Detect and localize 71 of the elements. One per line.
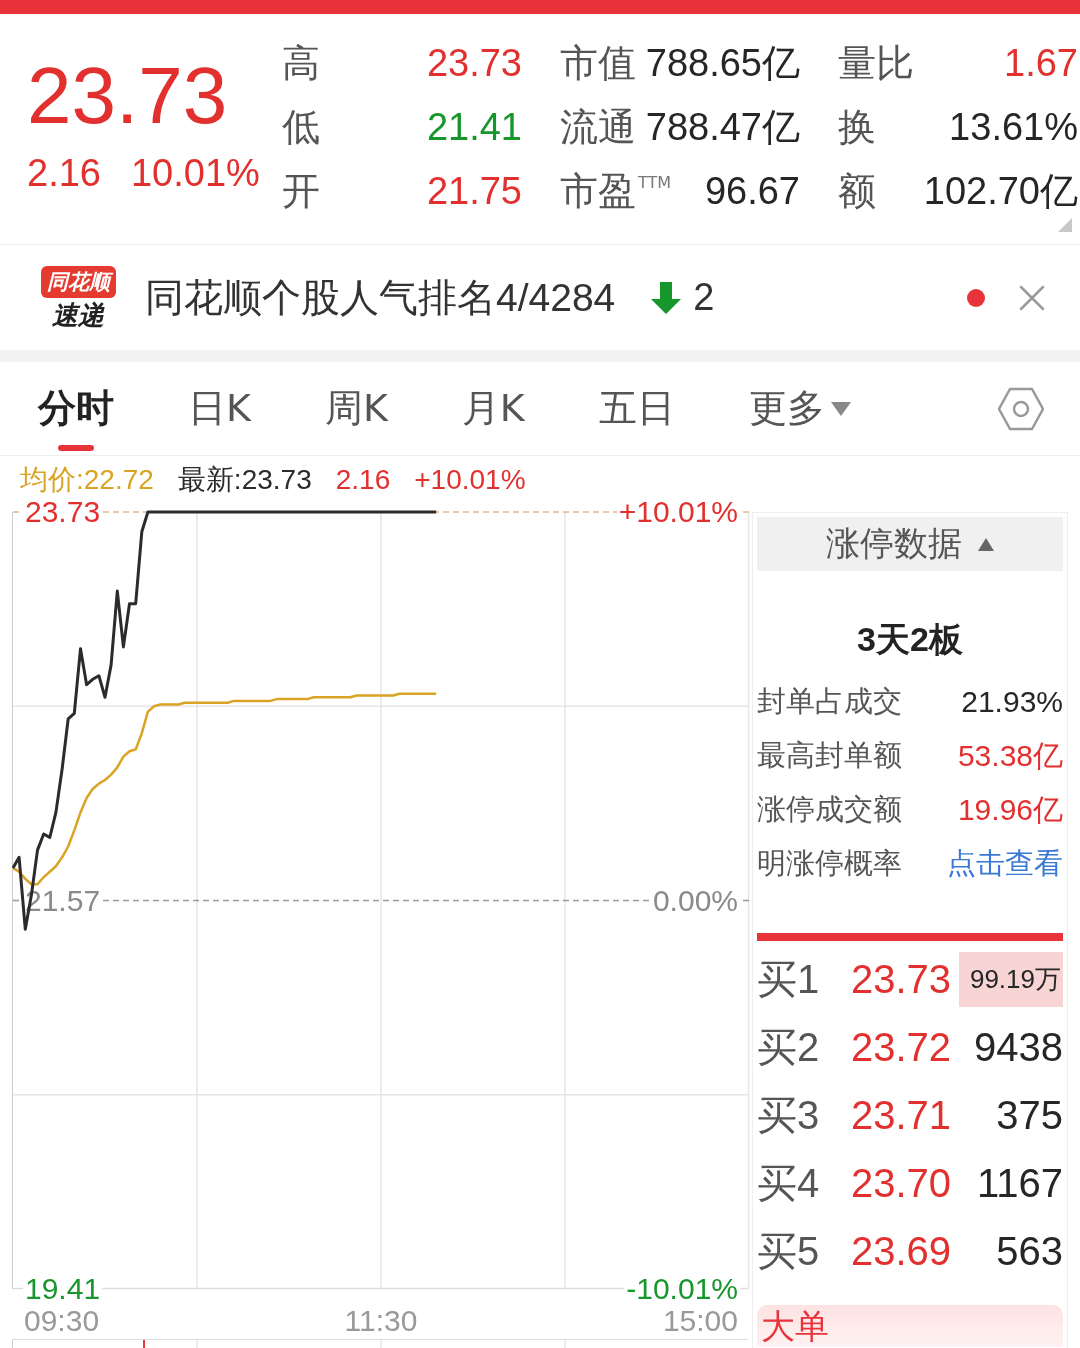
bid-price: 23.70 xyxy=(851,1160,953,1206)
stat-label: 换 xyxy=(838,105,876,149)
legend-label: 最新:23.73 xyxy=(177,466,312,494)
bid-level-label: 买1 xyxy=(757,955,821,1003)
logo-badge: 同花顺 xyxy=(40,265,116,298)
bid-volume: 9438 xyxy=(974,1024,1063,1070)
time-label: 15:00 xyxy=(662,1306,738,1336)
stat-value: 21.41 xyxy=(426,105,522,149)
rank-change: 2 xyxy=(693,276,715,319)
bid-volume: 99.19万 xyxy=(959,951,1063,1007)
chart-tab[interactable]: 更多 xyxy=(748,362,851,455)
stat-label: 低 xyxy=(282,105,320,149)
stat-value: 21.75 xyxy=(426,169,522,213)
logo-text: 速递 xyxy=(52,299,104,330)
limit-up-label: 明涨停概率 xyxy=(757,845,902,882)
big-order-header[interactable]: 大单 xyxy=(757,1305,1063,1347)
chart-tab[interactable]: 日K xyxy=(188,362,251,455)
limit-up-summary: 3天2板 xyxy=(856,619,964,659)
bid-level-label: 买2 xyxy=(757,1023,821,1071)
stat-label: 高 xyxy=(282,41,320,85)
stat-value: 788.47亿 xyxy=(645,105,800,149)
bid-price: 23.69 xyxy=(851,1228,953,1274)
stat-label: 流通 xyxy=(560,105,636,149)
price-change: 2.16 xyxy=(27,153,101,193)
limit-up-value: 53.38亿 xyxy=(957,737,1063,774)
limit-up-value: 21.93% xyxy=(961,685,1063,719)
bid-level-label: 买3 xyxy=(757,1091,821,1139)
stat-value: 13.61% xyxy=(949,105,1078,149)
limit-up-label: 涨停成交额 xyxy=(757,791,902,828)
stat-label: 市值 xyxy=(560,41,636,85)
bid-price: 23.73 xyxy=(851,956,953,1002)
last-price: 23.73 xyxy=(27,56,228,136)
stat-value: 23.73 xyxy=(426,41,522,85)
bid-level-label: 买5 xyxy=(757,1227,821,1275)
chart-tab[interactable]: 周K xyxy=(324,362,388,455)
stat-label: 市盈$^{TTM}$ xyxy=(560,169,672,213)
stat-value: 102.70亿 xyxy=(923,169,1078,213)
corner-triangle-icon xyxy=(1058,218,1072,232)
legend-label: +10.01% xyxy=(414,466,526,494)
settings-icon xyxy=(998,386,1044,431)
bid-volume: 375 xyxy=(996,1092,1063,1138)
close-icon xyxy=(1019,284,1045,311)
stat-value: 1.67 xyxy=(1004,41,1078,85)
caret-icon xyxy=(830,400,851,417)
stat-label: 额 xyxy=(838,169,876,213)
limit-up-data-toggle[interactable]: 涨停数据 xyxy=(757,517,1063,571)
stat-label: 开 xyxy=(282,169,320,213)
stat-label: 量比 xyxy=(838,41,914,85)
bid-volume: 1167 xyxy=(977,1160,1063,1206)
close-button[interactable] xyxy=(1019,284,1045,311)
bid-volume: 563 xyxy=(996,1228,1063,1274)
stat-value: 788.65亿 xyxy=(645,41,800,85)
limit-up-value: 19.96亿 xyxy=(957,791,1063,828)
view-link[interactable]: 点击查看 xyxy=(947,844,1063,884)
limit-up-label: 封单占成交 xyxy=(757,683,902,720)
time-label: 09:30 xyxy=(24,1306,100,1336)
time-label: 11:30 xyxy=(344,1306,418,1336)
legend-label: 均价:22.72 xyxy=(20,466,154,494)
limit-up-label: 最高封单额 xyxy=(757,737,902,774)
bid-price: 23.71 xyxy=(851,1092,953,1138)
chart-tab[interactable]: 五日 xyxy=(598,362,675,455)
caret-icon xyxy=(978,537,994,551)
chart-tab[interactable]: 分时 xyxy=(38,362,114,455)
legend-label: 2.16 xyxy=(335,466,391,494)
settings-button[interactable] xyxy=(998,386,1044,431)
bid-price: 23.72 xyxy=(851,1024,953,1070)
chart-tab[interactable]: 月K xyxy=(461,362,525,455)
news-text[interactable]: 同花顺个股人气排名4/4284 xyxy=(145,270,616,325)
stat-value: 96.67 xyxy=(704,169,800,213)
percent-change: 10.01% xyxy=(130,153,260,193)
bid-level-label: 买4 xyxy=(757,1159,821,1207)
